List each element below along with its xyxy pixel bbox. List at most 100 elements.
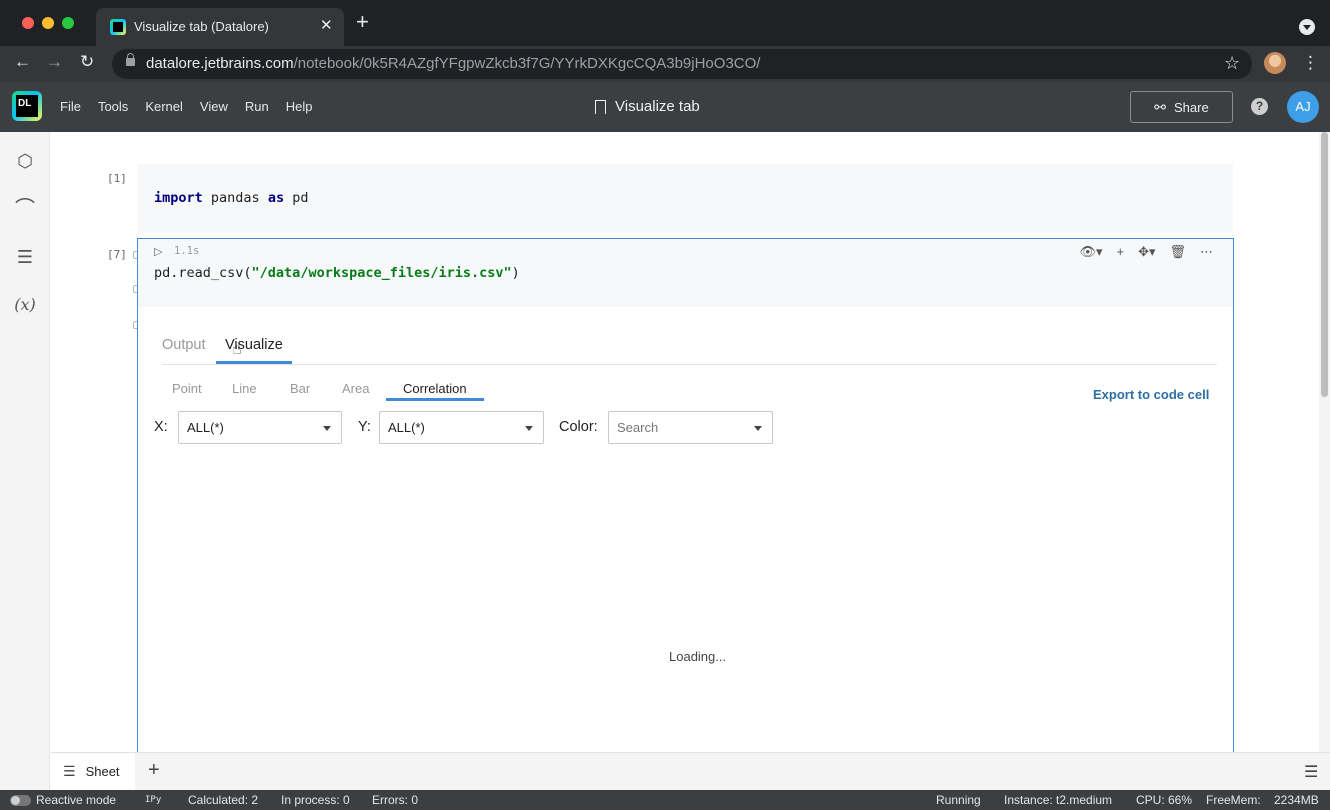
code-line[interactable]: pd.read_csv("/data/workspace_files/iris.… — [154, 265, 520, 281]
viz-type-point[interactable]: Point — [172, 381, 202, 396]
x-label: X: — [154, 419, 168, 435]
code-text: pandas — [202, 190, 268, 206]
window-zoom-button[interactable] — [62, 17, 74, 29]
outline-list-icon[interactable]: ☰ — [12, 244, 38, 270]
window-close-button[interactable] — [22, 17, 34, 29]
tab-search-icon[interactable] — [1299, 19, 1315, 35]
user-avatar[interactable]: AJ — [1287, 91, 1319, 123]
output-tabs: Output Visualize — [162, 335, 1217, 365]
code-line[interactable]: import pandas as pd — [154, 190, 308, 206]
code-cell-1[interactable]: import pandas as pd — [138, 164, 1233, 232]
y-select-value: ALL(*) — [388, 420, 425, 435]
window-minimize-button[interactable] — [42, 17, 54, 29]
menu-help[interactable]: Help — [286, 99, 313, 114]
cell-toolbar: 👁▾ + ✥▾ 🗑 ⋯ — [1079, 244, 1213, 260]
star-icon[interactable]: ☆ — [1224, 53, 1240, 74]
more-horiz-icon[interactable]: ⋯ — [1200, 244, 1213, 260]
viz-type-area[interactable]: Area — [342, 381, 369, 396]
notebook-area: [1] import pandas as pd [7] ▷ 1.1s 👁▾ + … — [51, 132, 1319, 768]
menu-view[interactable]: View — [200, 99, 228, 114]
move-cell-icon[interactable]: ✥▾ — [1138, 244, 1155, 260]
caret-down-icon — [323, 426, 331, 431]
logo-text: DL — [16, 95, 38, 117]
viz-type-line[interactable]: Line — [232, 381, 257, 396]
browser-tab-title: Visualize tab (Datalore) — [134, 19, 269, 34]
sheet-bar: ☰ Sheet + ☰ — [51, 752, 1330, 790]
kernel-badge[interactable]: IPy — [145, 795, 161, 805]
sheet-tab[interactable]: ☰ Sheet — [51, 753, 135, 790]
code-keyword-import: import — [154, 190, 203, 206]
freemem-label: FreeMem: — [1206, 793, 1261, 807]
add-cell-icon[interactable]: + — [1116, 244, 1124, 260]
notebook-title[interactable]: Visualize tab — [595, 98, 700, 117]
eye-icon[interactable]: 👁▾ — [1079, 244, 1102, 260]
paperclip-icon[interactable]: ⌒ — [12, 196, 38, 222]
calculated-count: Calculated: 2 — [188, 793, 259, 807]
browser-profile-avatar[interactable] — [1264, 52, 1286, 74]
url-host: datalore.jetbrains.com — [146, 55, 294, 72]
active-viz-indicator — [386, 398, 484, 401]
tab-output[interactable]: Output — [162, 337, 206, 353]
color-select-placeholder: Search — [617, 420, 659, 435]
cell-1-exec-count: [1] — [107, 172, 127, 185]
browser-tab-strip: Visualize tab (Datalore) ✕ + — [0, 0, 1330, 46]
code-text-tail: ) — [511, 265, 520, 281]
notebook-scrollbar[interactable] — [1319, 132, 1330, 752]
left-sidebar: ⬡ ⌒ ☰ (x) — [0, 132, 50, 790]
cell-2-exec-count: [7] — [107, 248, 127, 261]
code-keyword-as: as — [267, 190, 285, 206]
back-arrow-icon[interactable]: ← — [14, 52, 31, 72]
variables-icon[interactable]: (x) — [12, 292, 38, 318]
address-bar[interactable]: datalore.jetbrains.com/notebook/0k5R4AZg… — [112, 49, 1252, 79]
code-text-tail: pd — [284, 190, 309, 206]
code-cell-2[interactable]: ▷ 1.1s 👁▾ + ✥▾ 🗑 ⋯ pd.read_csv("/data/wo… — [137, 238, 1234, 768]
reload-icon[interactable]: ↻ — [80, 52, 94, 72]
menu-tools[interactable]: Tools — [98, 99, 128, 114]
more-vert-icon[interactable]: ⋮ — [1302, 53, 1319, 73]
run-cell-icon[interactable]: ▷ — [154, 245, 162, 258]
color-label: Color: — [559, 419, 598, 435]
share-label: Share — [1174, 99, 1209, 115]
menu-run[interactable]: Run — [245, 99, 269, 114]
url-text[interactable]: datalore.jetbrains.com/notebook/0k5R4AZg… — [146, 55, 760, 72]
cpu-usage: CPU: 66% — [1136, 793, 1193, 807]
forward-arrow-icon[interactable]: → — [46, 52, 63, 72]
app-header: DL File Tools Kernel View Run Help Visua… — [0, 82, 1330, 132]
in-process-count: In process: 0 — [281, 793, 350, 807]
menu-file[interactable]: File — [60, 99, 81, 114]
viz-type-bar[interactable]: Bar — [290, 381, 310, 396]
list-icon: ☰ — [63, 763, 76, 779]
help-icon[interactable]: ? — [1251, 98, 1268, 115]
share-button[interactable]: ⚯ Share — [1130, 91, 1233, 123]
browser-tab[interactable]: Visualize tab (Datalore) ✕ — [96, 8, 344, 46]
x-select[interactable]: ALL(*) — [178, 411, 342, 444]
y-select[interactable]: ALL(*) — [379, 411, 544, 444]
export-to-code-cell-link[interactable]: Export to code cell — [1093, 387, 1209, 402]
cell-2-editor[interactable]: ▷ 1.1s 👁▾ + ✥▾ 🗑 ⋯ pd.read_csv("/data/wo… — [138, 239, 1233, 307]
kernel-state: Running — [936, 793, 981, 807]
datalore-logo[interactable]: DL — [12, 91, 42, 121]
viz-type-correlation[interactable]: Correlation — [403, 381, 467, 396]
reactive-mode-toggle[interactable] — [10, 795, 31, 806]
lock-icon[interactable] — [126, 53, 135, 66]
menu-kernel[interactable]: Kernel — [145, 99, 183, 114]
sheet-tab-label: Sheet — [85, 764, 120, 779]
files-cube-icon[interactable]: ⬡ — [12, 148, 38, 174]
sheets-menu-icon[interactable]: ☰ — [1304, 762, 1318, 782]
delete-cell-icon[interactable]: 🗑 — [1169, 244, 1186, 260]
bookmark-icon — [595, 99, 606, 117]
add-sheet-button[interactable]: + — [148, 759, 160, 782]
color-select[interactable]: Search — [608, 411, 773, 444]
reactive-mode-label: Reactive mode — [36, 793, 117, 807]
instance-type[interactable]: Instance: t2.medium — [1004, 793, 1112, 807]
active-tab-indicator — [216, 361, 292, 364]
new-tab-button[interactable]: + — [356, 11, 369, 33]
notebook-title-text: Visualize tab — [615, 98, 700, 115]
close-tab-icon[interactable]: ✕ — [320, 16, 333, 34]
share-icon: ⚯ — [1154, 98, 1167, 115]
hand-cursor-icon: ☝ — [232, 341, 242, 358]
browser-toolbar: ← → ↻ datalore.jetbrains.com/notebook/0k… — [0, 46, 1330, 82]
scrollbar-thumb[interactable] — [1321, 132, 1328, 397]
exec-time: 1.1s — [174, 245, 200, 257]
y-label: Y: — [358, 419, 371, 435]
